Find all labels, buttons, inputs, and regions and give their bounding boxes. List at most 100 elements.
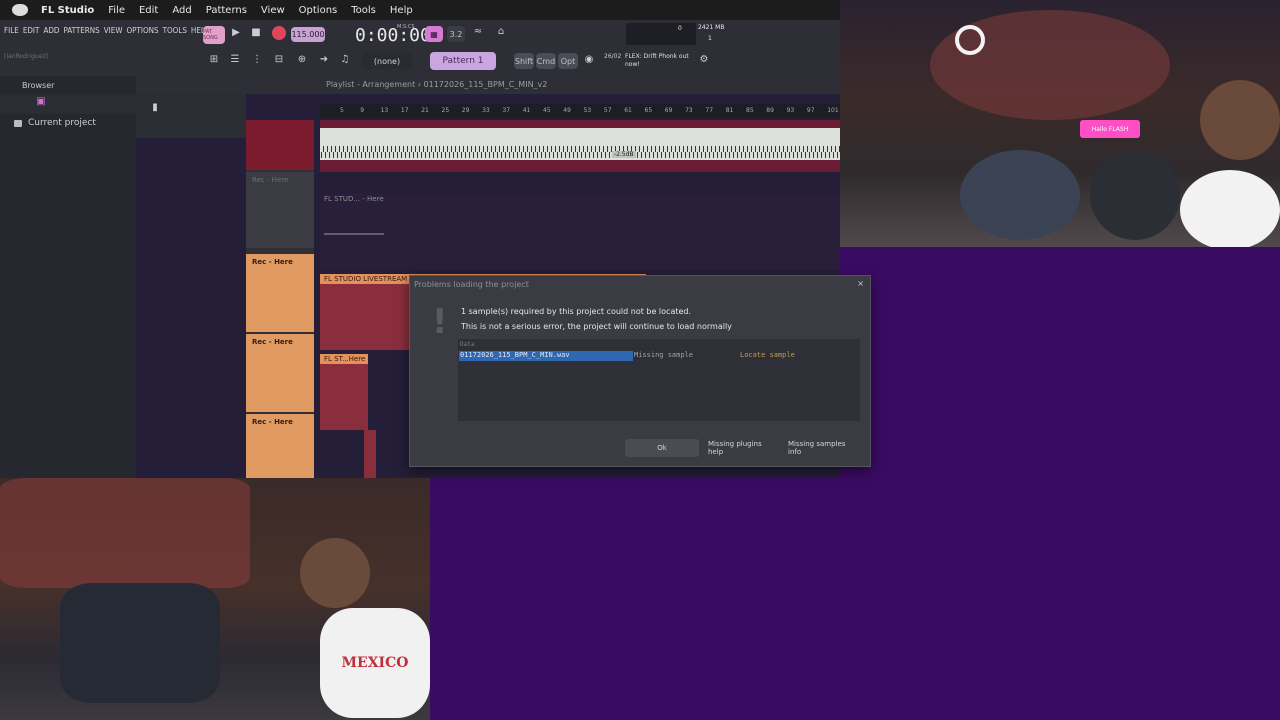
audio-clip-main[interactable]: -2.5dB	[320, 120, 840, 172]
menu-file[interactable]: File	[101, 5, 132, 16]
tempo-display[interactable]: 115.000	[291, 27, 325, 42]
news-icon[interactable]: ◉	[582, 54, 596, 65]
menu-edit[interactable]: Edit	[132, 5, 165, 16]
missing-samples-info-button[interactable]: Missing samples info	[788, 439, 860, 457]
fl-menu-edit[interactable]: EDIT	[23, 26, 40, 35]
arrow-right-icon[interactable]: ➜	[317, 54, 331, 65]
missing-list: Data 01172026_115_BPM_C_MIN.wav Missing …	[458, 339, 860, 421]
neon-sign: Hallo FLASH	[1080, 120, 1140, 138]
webcam-top-right: Hallo FLASH	[840, 0, 1280, 247]
playlist-icon[interactable]: ☰	[228, 54, 242, 65]
shift-button[interactable]: Shift	[514, 53, 534, 69]
locate-sample-link[interactable]: Locate sample	[740, 351, 795, 359]
plugin-icon[interactable]: ⊕	[295, 54, 309, 65]
wave-icon[interactable]: ≈	[470, 26, 486, 37]
fl-menu-view[interactable]: VIEW	[104, 26, 123, 35]
step-display[interactable]: 3.2	[447, 26, 465, 42]
cpu-value: 0	[678, 25, 682, 32]
pat-song-toggle[interactable]: PAT SONG	[203, 26, 225, 44]
ruler-tick: 57	[603, 107, 612, 114]
missing-file-name[interactable]: 01172026_115_BPM_C_MIN.wav	[459, 351, 633, 361]
menu-app-name[interactable]: FL Studio	[34, 5, 101, 16]
settings-icon[interactable]: ⚙	[697, 54, 711, 65]
couch-people	[60, 583, 220, 703]
ruler-tick: 41	[522, 107, 531, 114]
person-left	[960, 150, 1080, 240]
browser-filter-icon[interactable]: ▣	[36, 96, 46, 107]
browser-header: Browser	[0, 76, 136, 94]
channel-select[interactable]: (none)	[362, 53, 412, 69]
clip4-label: FL ST...Here	[324, 355, 366, 363]
fl-menu-file[interactable]: FILE	[4, 26, 19, 35]
cpu-meter: 0	[626, 23, 696, 45]
arrangement-name[interactable]: 01172026_115_BPM_C_MIN_v2	[424, 80, 548, 89]
playlist-title: Playlist - Arrangement › 01172026_115_BP…	[326, 80, 548, 89]
menu-patterns[interactable]: Patterns	[199, 5, 254, 16]
problems-dialog: Problems loading the project × ! 1 sampl…	[409, 275, 871, 467]
person-right-head	[1200, 80, 1280, 160]
track-header-5[interactable]: Rec - Here	[246, 414, 314, 478]
dialog-message-2: This is not a serious error, the project…	[461, 322, 732, 331]
ruler-tick: 61	[624, 107, 632, 114]
menu-options[interactable]: Options	[292, 5, 345, 16]
audio-clip-4[interactable]: FL ST...Here	[320, 354, 368, 430]
pattern-select[interactable]: Pattern 1	[430, 52, 496, 70]
news-text[interactable]: FLEX: Drift Phonk out now!	[625, 53, 695, 69]
audio-clip-5[interactable]	[364, 430, 376, 478]
missing-plugins-help-button[interactable]: Missing plugins help	[708, 439, 778, 457]
channel-rack-icon[interactable]: ⋮	[250, 54, 264, 65]
opt-button[interactable]: Opt	[558, 53, 578, 69]
menu-tools[interactable]: Tools	[344, 5, 383, 16]
host-jersey: MEXICO	[320, 608, 430, 718]
piano-roll-icon[interactable]: ▦	[425, 26, 443, 42]
ruler-tick: 73	[685, 107, 693, 114]
dialog-title: Problems loading the project	[414, 280, 529, 289]
mixer-icon[interactable]: ⊟	[272, 54, 286, 65]
ruler-tick: 101	[827, 107, 839, 114]
audio-clip-2[interactable]: FL STUD... - Here	[320, 194, 840, 270]
fl-menu-options[interactable]: OPTIONS	[126, 26, 158, 35]
stop-icon[interactable]: ■	[250, 27, 262, 38]
browser-item-current-project[interactable]: Current project	[0, 114, 136, 128]
track-header-2[interactable]: Rec - Here	[246, 172, 314, 248]
dialog-message-1: 1 sample(s) required by this project cou…	[461, 307, 692, 316]
person-middle	[1090, 150, 1180, 240]
menu-view[interactable]: View	[254, 5, 292, 16]
fl-menu-add[interactable]: ADD	[43, 26, 59, 35]
voices-readout: 1	[708, 35, 712, 42]
browser-toolbar: ▣	[0, 94, 136, 114]
waveform-2	[324, 233, 384, 235]
track-header-3[interactable]: Rec - Here	[246, 254, 314, 332]
list-item[interactable]: 01172026_115_BPM_C_MIN.wav Missing sampl…	[458, 351, 860, 361]
mic-icon[interactable]: ♫	[338, 54, 352, 65]
folder-icon	[14, 119, 22, 127]
apple-icon[interactable]	[12, 4, 28, 16]
piano-icon[interactable]: ▮	[150, 102, 160, 113]
webcam-bottom-left: MEXICO	[0, 478, 430, 720]
list-header: Data	[460, 341, 475, 348]
ruler-tick: 97	[806, 107, 815, 114]
play-icon[interactable]: ▶	[230, 27, 242, 38]
close-icon[interactable]: ×	[857, 279, 864, 288]
track-header-1[interactable]	[246, 120, 314, 170]
fl-menu-tools[interactable]: TOOLS	[163, 26, 187, 35]
snap-icon[interactable]: ⊞	[207, 54, 221, 65]
playlist-header: Playlist - Arrangement › 01172026_115_BP…	[136, 76, 840, 94]
cmd-button[interactable]: Cmd	[536, 53, 556, 69]
ok-button[interactable]: Ok	[625, 439, 699, 457]
news-date: 26/02	[604, 53, 622, 60]
menu-help[interactable]: Help	[383, 5, 420, 16]
memory-readout: 2421 MB	[698, 24, 725, 31]
browser-title: Browser	[22, 80, 55, 90]
clip2-label: FL STUD... - Here	[324, 195, 384, 203]
mac-menu-bar: FL Studio File Edit Add Patterns View Op…	[0, 0, 840, 20]
track-headers: Rec - Here Rec - Here Rec - Here Rec - H…	[246, 120, 314, 478]
warning-icon: !	[432, 302, 448, 342]
timeline-ruler[interactable]: 5 9 13 17 21 25 29 33 37 41 45 49 53 57 61 65 69 73 77 81 85…	[320, 104, 840, 118]
track-header-4[interactable]: Rec - Here	[246, 334, 314, 412]
metronome-icon[interactable]: ⌂	[493, 26, 509, 37]
fl-menu-patterns[interactable]: PATTERNS	[63, 26, 99, 35]
menu-add[interactable]: Add	[165, 5, 198, 16]
host-head	[300, 538, 370, 608]
record-icon[interactable]	[272, 26, 286, 40]
